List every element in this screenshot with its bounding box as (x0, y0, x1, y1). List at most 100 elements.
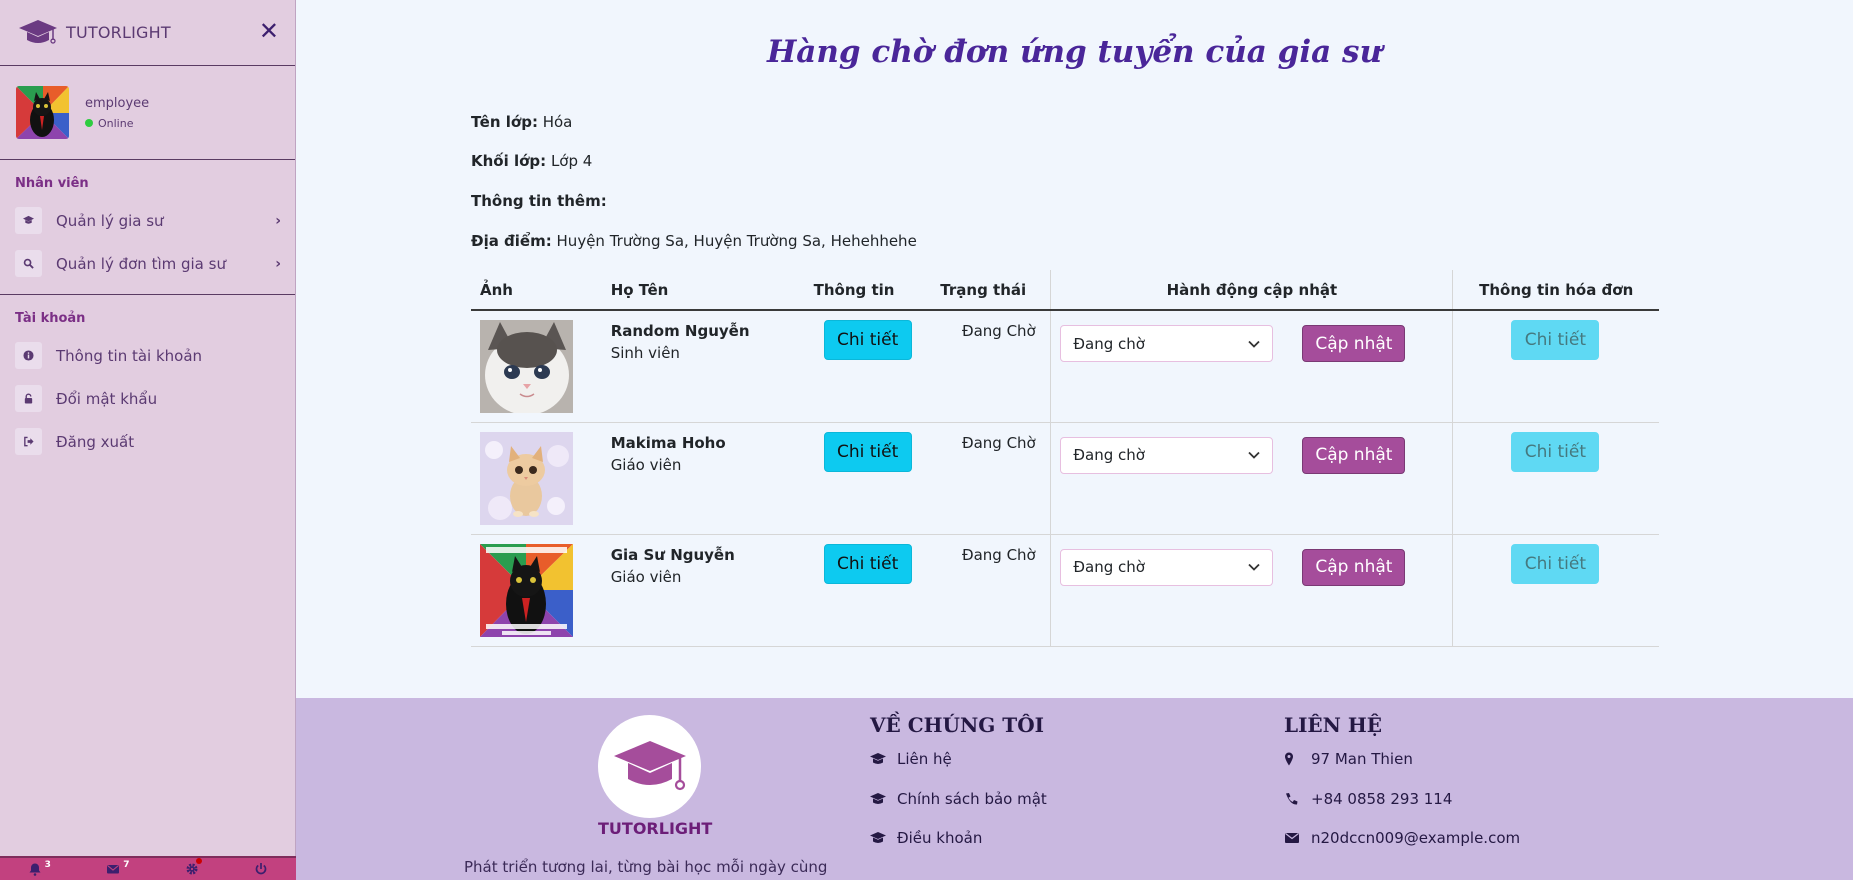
action-cell: Đang chờ Cập nhật (1050, 534, 1453, 647)
chevron-right-icon: › (275, 212, 281, 229)
update-button[interactable]: Cập nhật (1302, 548, 1406, 586)
info-icon (15, 342, 42, 369)
applicant-photo[interactable] (480, 431, 573, 525)
envelope-icon (107, 865, 120, 874)
invoice-detail-button[interactable]: Chi tiết (1511, 543, 1600, 584)
photo-cell (471, 422, 610, 535)
location-value: Huyện Trường Sa, Huyện Trường Sa, Hehehh… (556, 232, 917, 250)
sidebar-item-account-info[interactable]: Thông tin tài khoản (0, 334, 295, 377)
sidebar-item-label: Đổi mật khẩu (56, 389, 158, 408)
sidebar: TUTORLIGHT ✕ employee Online Nhân viên Q… (0, 0, 296, 880)
chevron-down-icon (1248, 563, 1261, 571)
update-button[interactable]: Cập nhật (1302, 436, 1406, 474)
footer-contact-title: LIÊN HỆ (1284, 713, 1383, 737)
status-select[interactable]: Đang chờ (1060, 436, 1274, 474)
table-row: Gia Sư Nguyễn Giáo viên Chi tiết Đang Ch… (471, 534, 1659, 647)
power-icon (255, 863, 267, 875)
applicant-photo[interactable] (480, 543, 573, 637)
detail-button[interactable]: Chi tiết (823, 543, 912, 584)
gear-icon (186, 863, 198, 875)
invoice-detail-button[interactable]: Chi tiết (1511, 431, 1600, 472)
settings-button[interactable] (185, 858, 202, 876)
notifications-button[interactable]: 3 (28, 860, 51, 876)
status-cell: Đang Chờ (931, 310, 1051, 423)
invoice-cell: Chi tiết (1452, 310, 1659, 423)
footer-address: 97 Man Thien (1284, 750, 1413, 768)
footer-link-terms[interactable]: Điều khoản (870, 829, 982, 847)
applicant-role: Giáo viên (610, 567, 682, 586)
action-cell: Đang chờ Cập nhật (1050, 422, 1453, 535)
section-title-account: Tài khoản (15, 311, 86, 326)
sidebar-item-label: Quản lý đơn tìm gia sư (56, 254, 226, 273)
applicant-role: Giáo viên (610, 455, 682, 474)
footer-email[interactable]: n20dccn009@example.com (1284, 829, 1520, 847)
header-status: Trạng thái (931, 270, 1051, 311)
sidebar-item-change-password[interactable]: Đổi mật khẩu (0, 377, 295, 420)
status-text: Đang Chờ (961, 433, 1036, 452)
online-dot-icon (85, 119, 93, 127)
graduation-cap-icon (870, 753, 886, 764)
footer-link-privacy[interactable]: Chính sách bảo mật (870, 790, 1047, 808)
status-cell: Đang Chờ (931, 534, 1051, 647)
table-row: Makima Hoho Giáo viên Chi tiết Đang Chờ … (471, 422, 1659, 535)
footer-link-label: Chính sách bảo mật (897, 790, 1047, 808)
status-text: Đang Chờ (961, 545, 1036, 564)
map-marker-icon (1285, 752, 1293, 766)
footer-link-contact[interactable]: Liên hệ (870, 750, 952, 768)
avatar[interactable] (16, 86, 69, 139)
sidebar-item-tutor-request-management[interactable]: Quản lý đơn tìm gia sư › (0, 242, 295, 285)
status-select[interactable]: Đang chờ (1060, 325, 1274, 362)
grade-value: Lớp 4 (550, 152, 593, 170)
invoice-detail-button[interactable]: Chi tiết (1511, 320, 1600, 360)
notification-count: 3 (44, 860, 51, 870)
messages-button[interactable]: 7 (106, 860, 130, 876)
photo-cell (471, 310, 610, 423)
status-select-value: Đang chờ (1073, 446, 1145, 464)
invoice-cell: Chi tiết (1452, 534, 1659, 647)
footer: TUTORLIGHT Phát triển tương lai, từng bà… (296, 698, 1853, 880)
close-sidebar-icon[interactable]: ✕ (259, 18, 279, 44)
name-cell: Makima Hoho Giáo viên (609, 422, 800, 535)
footer-link-label: Điều khoản (897, 829, 983, 847)
user-status: Online (85, 117, 149, 130)
status-cell: Đang Chờ (931, 422, 1051, 535)
lock-icon (15, 385, 42, 412)
sign-out-icon (15, 428, 42, 455)
chevron-down-icon (1248, 340, 1261, 348)
header-update-action: Hành động cập nhật (1050, 270, 1453, 311)
applicant-role: Sinh viên (610, 344, 680, 362)
class-name-field: Tên lớp: Hóa (471, 113, 572, 131)
phone-icon (1286, 793, 1298, 805)
class-name-label: Tên lớp: (471, 113, 538, 131)
detail-button[interactable]: Chi tiết (823, 431, 912, 472)
footer-link-label: Liên hệ (897, 750, 952, 768)
grade-label: Khối lớp: (471, 152, 547, 170)
settings-alert-dot (195, 858, 202, 864)
brand-name: TUTORLIGHT (66, 23, 171, 42)
footer-address-text: 97 Man Thien (1311, 750, 1413, 768)
bell-icon (29, 863, 41, 876)
name-cell: Gia Sư Nguyễn Giáo viên (609, 534, 800, 647)
invoice-cell: Chi tiết (1452, 422, 1659, 535)
applicant-photo[interactable] (480, 320, 573, 413)
detail-button[interactable]: Chi tiết (823, 320, 912, 360)
grade-field: Khối lớp: Lớp 4 (471, 152, 592, 170)
footer-tagline: Phát triển tương lai, từng bài học mỗi n… (464, 858, 828, 876)
footer-email-text: n20dccn009@example.com (1311, 829, 1521, 847)
table-row: Random Nguyễn Sinh viên Chi tiết Đang Ch… (471, 310, 1659, 423)
status-select-value: Đang chờ (1073, 558, 1145, 576)
footer-phone[interactable]: +84 0858 293 114 (1284, 790, 1452, 808)
sidebar-item-logout[interactable]: Đăng xuất (0, 420, 295, 463)
sidebar-brand: TUTORLIGHT ✕ (0, 0, 295, 66)
power-button[interactable] (254, 862, 268, 876)
message-count: 7 (123, 860, 130, 870)
footer-brand: TUTORLIGHT (598, 819, 713, 838)
user-name: employee (85, 95, 150, 111)
update-button[interactable]: Cập nhật (1302, 325, 1406, 362)
applicant-name: Makima Hoho (610, 433, 726, 452)
user-status-label: Online (98, 116, 134, 130)
header-photo: Ảnh (471, 270, 610, 311)
status-select[interactable]: Đang chờ (1060, 548, 1274, 586)
sidebar-item-tutor-management[interactable]: Quản lý gia sư › (0, 199, 295, 242)
info-cell: Chi tiết (799, 310, 932, 423)
